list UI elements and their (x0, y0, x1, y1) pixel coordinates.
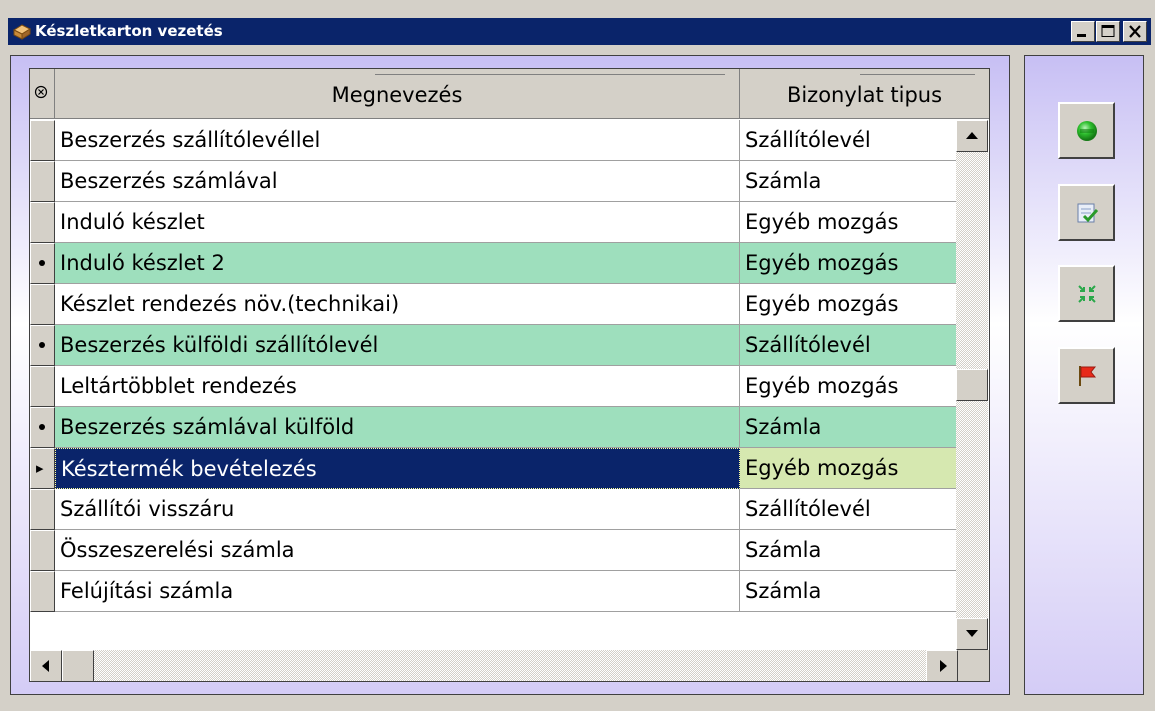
row-marker-dot-icon (39, 342, 45, 348)
row-indicator[interactable] (30, 325, 55, 366)
table-row[interactable]: Induló készlet 2 Egyéb mozgás (30, 243, 960, 284)
cell-type[interactable]: Számla (740, 571, 960, 612)
row-marker-dot-icon (39, 260, 45, 266)
maximize-button[interactable] (1096, 21, 1120, 42)
horizontal-scrollbar[interactable] (30, 650, 958, 681)
grid-options-icon (34, 85, 48, 99)
minimize-button[interactable] (1071, 21, 1095, 42)
app-icon (12, 24, 32, 40)
cell-type[interactable]: Egyéb mozgás (740, 366, 960, 407)
side-button-flag[interactable] (1058, 347, 1115, 404)
cell-type[interactable]: Szállítólevél (740, 325, 960, 366)
row-indicator[interactable] (30, 243, 55, 284)
table-row[interactable]: Induló készlet Egyéb mozgás (30, 202, 960, 243)
row-indicator[interactable] (30, 489, 55, 530)
data-grid[interactable]: Megnevezés Bizonylat tipus Beszerzés szá… (29, 68, 990, 682)
cell-name[interactable]: Beszerzés szállítólevéllel (55, 120, 740, 161)
cell-type[interactable]: Szállítólevél (740, 489, 960, 530)
cell-name[interactable]: Szállítói visszáru (55, 489, 740, 530)
arrow-right-icon (940, 660, 947, 672)
row-indicator[interactable] (30, 407, 55, 448)
column-header-type-label: Bizonylat tipus (786, 83, 943, 107)
row-indicator[interactable] (30, 571, 55, 612)
table-row[interactable]: Leltártöbblet rendezés Egyéb mozgás (30, 366, 960, 407)
horizontal-scroll-thumb[interactable] (62, 650, 94, 681)
scrollbar-corner (958, 650, 989, 681)
minimize-icon (1077, 34, 1086, 37)
cell-name[interactable]: Induló készlet 2 (55, 243, 740, 284)
row-indicator[interactable] (30, 120, 55, 161)
side-button-collapse[interactable] (1058, 265, 1115, 322)
table-row[interactable]: Felújítási számla Számla (30, 571, 960, 612)
cell-type[interactable]: Szállítólevél (740, 120, 960, 161)
row-marker-dot-icon (39, 424, 45, 430)
window: Készletkarton vezetés Megnevezés Bizonyl… (0, 0, 1155, 711)
scroll-right-button[interactable] (926, 650, 958, 681)
cell-type[interactable]: Egyéb mozgás (740, 284, 960, 325)
vertical-scroll-thumb[interactable] (956, 369, 988, 401)
row-indicator[interactable] (30, 366, 55, 407)
cell-type[interactable]: Számla (740, 530, 960, 571)
title-bar[interactable]: Készletkarton vezetés (8, 18, 1151, 45)
table-row[interactable]: Készlet rendezés növ.(technikai) Egyéb mo… (30, 284, 960, 325)
table-row[interactable]: Beszerzés számlával külföld Számla (30, 407, 960, 448)
cell-type[interactable]: Számla (740, 407, 960, 448)
row-indicator[interactable] (30, 284, 55, 325)
side-button-checklist[interactable] (1058, 184, 1115, 241)
arrow-down-icon (966, 630, 978, 637)
cell-name[interactable]: Összeszerelési számla (55, 530, 740, 571)
column-header-name-label: Megnevezés (331, 83, 463, 107)
row-indicator[interactable] (30, 530, 55, 571)
table-row[interactable]: Összeszerelési számla Számla (30, 530, 960, 571)
column-header-name[interactable]: Megnevezés (55, 69, 740, 119)
table-row[interactable]: ▸ Késztermék bevételezés Egyéb mozgás (30, 448, 960, 489)
close-button[interactable] (1123, 21, 1147, 42)
cell-name[interactable]: Beszerzés számlával (55, 161, 740, 202)
scroll-up-button[interactable] (956, 120, 988, 152)
close-icon (1129, 25, 1141, 38)
table-row[interactable]: Beszerzés külföldi szállítólevél Szállító… (30, 325, 960, 366)
row-indicator[interactable] (30, 202, 55, 243)
cell-name[interactable]: Leltártöbblet rendezés (55, 366, 740, 407)
table-row[interactable]: Beszerzés számlával Számla (30, 161, 960, 202)
scroll-left-button[interactable] (30, 650, 62, 681)
collapse-arrows-icon (1078, 285, 1096, 303)
cell-name[interactable]: Felújítási számla (55, 571, 740, 612)
cell-name[interactable]: Beszerzés számlával külföld (55, 407, 740, 448)
window-title: Készletkarton vezetés (35, 22, 223, 40)
arrow-left-icon (42, 660, 49, 672)
green-circle-icon (1077, 121, 1097, 141)
red-flag-icon (1079, 366, 1097, 386)
column-header-type[interactable]: Bizonylat tipus (740, 69, 989, 119)
cell-type[interactable]: Egyéb mozgás (740, 202, 960, 243)
cell-name[interactable]: Induló készlet (55, 202, 740, 243)
cell-name[interactable]: Késztermék bevételezés (55, 448, 740, 489)
scroll-down-button[interactable] (956, 618, 988, 650)
cell-type[interactable]: Egyéb mozgás (740, 243, 960, 284)
row-indicator[interactable] (30, 161, 55, 202)
cell-name[interactable]: Készlet rendezés növ.(technikai) (55, 284, 740, 325)
checklist-icon (1077, 203, 1099, 223)
arrow-up-icon (966, 132, 978, 139)
table-row[interactable]: Szállítói visszáru Szállítólevél (30, 489, 960, 530)
header-indicator-cell[interactable] (30, 69, 55, 119)
cell-name[interactable]: Beszerzés külföldi szállítólevél (55, 325, 740, 366)
cell-type[interactable]: Egyéb mozgás (740, 448, 960, 489)
maximize-icon (1101, 25, 1115, 37)
row-indicator[interactable]: ▸ (30, 448, 55, 489)
table-row[interactable]: Beszerzés szállítólevéllel Szállítólevél (30, 120, 960, 161)
side-button-green[interactable] (1058, 102, 1115, 159)
current-row-arrow-icon: ▸ (36, 459, 44, 477)
cell-type[interactable]: Számla (740, 161, 960, 202)
